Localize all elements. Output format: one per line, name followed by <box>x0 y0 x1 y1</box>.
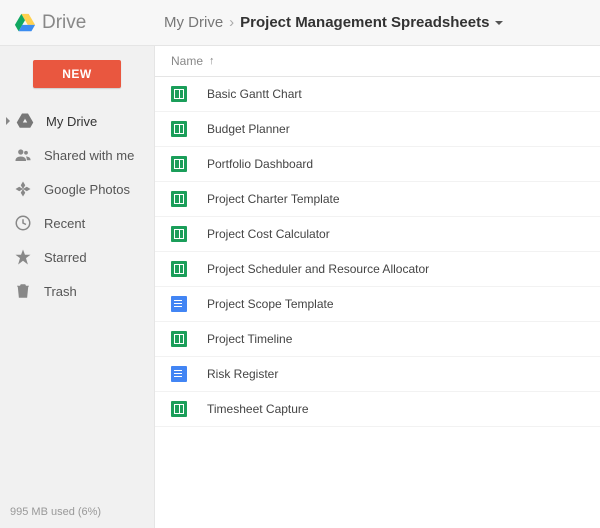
file-name: Risk Register <box>207 367 278 381</box>
sidebar-item-label: My Drive <box>46 114 97 129</box>
file-name: Portfolio Dashboard <box>207 157 313 171</box>
spreadsheet-icon <box>171 121 187 137</box>
sidebar-item-photos[interactable]: Google Photos <box>10 174 144 204</box>
sort-ascending-icon: ↑ <box>209 55 215 67</box>
chevron-right-icon: › <box>229 14 234 31</box>
file-row[interactable]: Project Timeline <box>155 322 600 357</box>
file-name: Project Scope Template <box>207 297 334 311</box>
main-content: Name ↑ Basic Gantt Chart Budget Planner Po… <box>155 46 600 528</box>
spreadsheet-icon <box>171 156 187 172</box>
file-row[interactable]: Project Charter Template <box>155 182 600 217</box>
people-icon <box>14 146 32 164</box>
column-header-name[interactable]: Name ↑ <box>155 46 600 77</box>
spreadsheet-icon <box>171 401 187 417</box>
file-row[interactable]: Project Scheduler and Resource Allocator <box>155 252 600 287</box>
sidebar: NEW My Drive Shared with me Google Photo… <box>0 46 155 528</box>
file-row[interactable]: Risk Register <box>155 357 600 392</box>
file-row[interactable]: Project Cost Calculator <box>155 217 600 252</box>
breadcrumb-current-label: Project Management Spreadsheets <box>240 14 489 31</box>
file-row[interactable]: Budget Planner <box>155 112 600 147</box>
spreadsheet-icon <box>171 191 187 207</box>
photos-icon <box>14 180 32 198</box>
sidebar-item-shared[interactable]: Shared with me <box>10 140 144 170</box>
file-name: Basic Gantt Chart <box>207 87 302 101</box>
column-header-label: Name <box>171 54 203 68</box>
file-name: Budget Planner <box>207 122 290 136</box>
sidebar-item-recent[interactable]: Recent <box>10 208 144 238</box>
spreadsheet-icon <box>171 86 187 102</box>
sidebar-item-label: Starred <box>44 250 87 265</box>
new-button[interactable]: NEW <box>33 60 121 88</box>
file-row[interactable]: Portfolio Dashboard <box>155 147 600 182</box>
file-name: Timesheet Capture <box>207 402 309 416</box>
file-name: Project Scheduler and Resource Allocator <box>207 262 429 276</box>
file-list: Basic Gantt Chart Budget Planner Portfolio… <box>155 77 600 427</box>
sidebar-item-label: Shared with me <box>44 148 134 163</box>
storage-usage[interactable]: 995 MB used (6%) <box>10 506 101 518</box>
sidebar-item-label: Google Photos <box>44 182 130 197</box>
file-row[interactable]: Project Scope Template <box>155 287 600 322</box>
drive-icon <box>16 112 34 130</box>
clock-icon <box>14 214 32 232</box>
file-row[interactable]: Basic Gantt Chart <box>155 77 600 112</box>
drive-logo-icon <box>14 12 36 34</box>
app-header: Drive My Drive › Project Management Spre… <box>0 0 600 46</box>
caret-down-icon <box>495 21 503 25</box>
file-name: Project Timeline <box>207 332 292 346</box>
breadcrumb: My Drive › Project Management Spreadshee… <box>164 14 503 31</box>
document-icon <box>171 366 187 382</box>
spreadsheet-icon <box>171 331 187 347</box>
spreadsheet-icon <box>171 226 187 242</box>
file-name: Project Charter Template <box>207 192 340 206</box>
app-name: Drive <box>42 12 86 34</box>
sidebar-item-starred[interactable]: Starred <box>10 242 144 272</box>
sidebar-item-label: Trash <box>44 284 77 299</box>
breadcrumb-current[interactable]: Project Management Spreadsheets <box>240 14 503 31</box>
sidebar-item-label: Recent <box>44 216 85 231</box>
spreadsheet-icon <box>171 261 187 277</box>
trash-icon <box>14 282 32 300</box>
sidebar-item-my-drive[interactable]: My Drive <box>10 106 144 136</box>
star-icon <box>14 248 32 266</box>
breadcrumb-root[interactable]: My Drive <box>164 14 223 31</box>
sidebar-item-trash[interactable]: Trash <box>10 276 144 306</box>
document-icon <box>171 296 187 312</box>
file-row[interactable]: Timesheet Capture <box>155 392 600 427</box>
logo[interactable]: Drive <box>14 12 164 34</box>
expand-arrow-icon <box>6 117 10 125</box>
file-name: Project Cost Calculator <box>207 227 330 241</box>
